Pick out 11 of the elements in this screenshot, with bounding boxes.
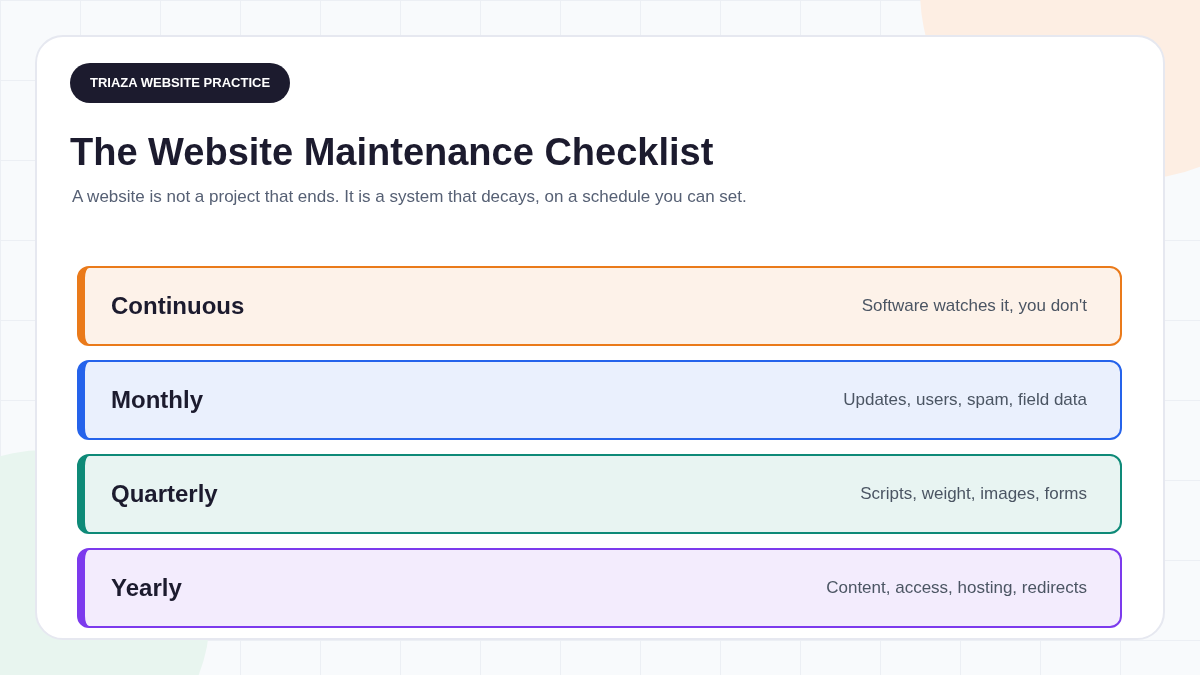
row-note: Scripts, weight, images, forms (860, 482, 1087, 505)
row-note: Updates, users, spam, field data (843, 388, 1087, 411)
row-note: Software watches it, you don't (861, 294, 1087, 317)
row-label: Quarterly (111, 478, 218, 509)
page-title: The Website Maintenance Checklist (70, 129, 715, 175)
row-note: Content, access, hosting, redirects (826, 576, 1087, 599)
badge: TRIAZA WEBSITE PRACTICE (70, 63, 291, 103)
row-label: Continuous (111, 290, 245, 321)
row-label: Yearly (111, 572, 182, 603)
subtitle: A website is not a project that ends. It is a system that decays, on a schedule you can set. (72, 186, 748, 208)
row-label: Monthly (111, 384, 203, 415)
